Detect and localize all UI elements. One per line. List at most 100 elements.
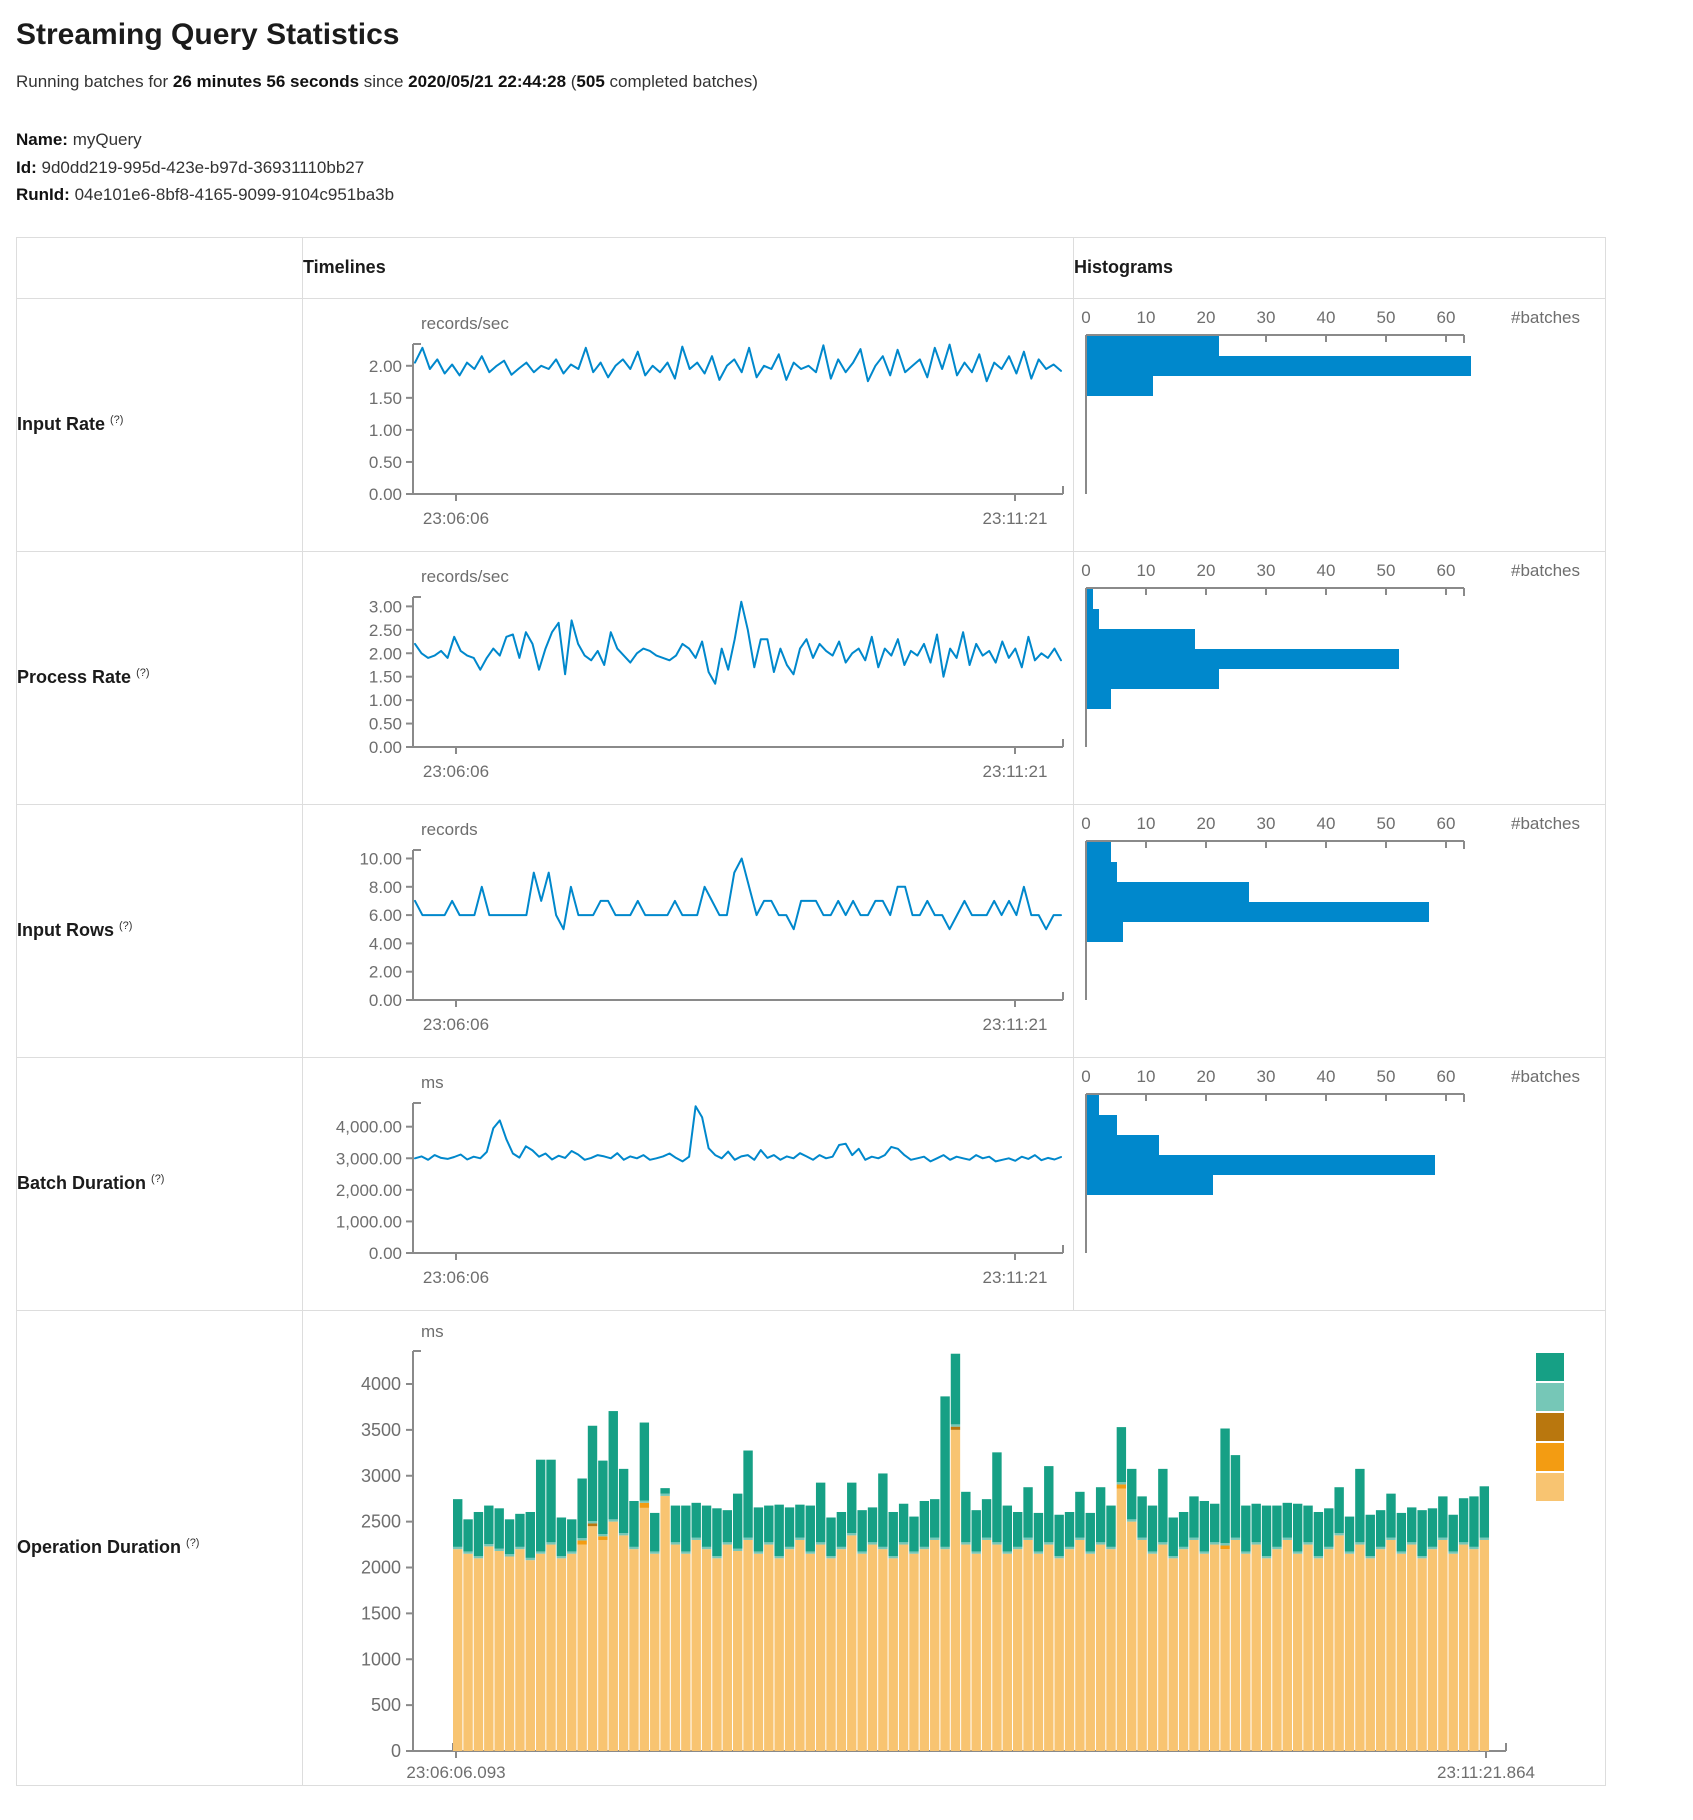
legend-swatch-series-tan (1536, 1473, 1564, 1501)
svg-text:23:11:21: 23:11:21 (983, 1015, 1048, 1034)
svg-text:ms: ms (421, 1322, 444, 1341)
svg-text:20: 20 (1197, 308, 1216, 327)
svg-text:23:06:06: 23:06:06 (423, 762, 489, 781)
header-timelines: Timelines (303, 237, 1074, 298)
svg-text:0: 0 (1081, 1067, 1090, 1086)
running-duration: 26 minutes 56 seconds (173, 72, 359, 91)
header-histograms: Histograms (1074, 237, 1606, 298)
svg-text:40: 40 (1317, 308, 1336, 327)
status-text: Running batches for (16, 72, 173, 91)
svg-text:23:06:06: 23:06:06 (423, 1268, 489, 1287)
row-label-input-rate: Input Rate (?) (17, 298, 303, 551)
svg-text:8.00: 8.00 (369, 877, 402, 896)
help-icon[interactable]: (?) (186, 1537, 199, 1549)
status-line: Running batches for 26 minutes 56 second… (16, 72, 1693, 92)
help-icon[interactable]: (?) (110, 414, 123, 426)
svg-text:2.00: 2.00 (369, 356, 402, 375)
row-label-process-rate: Process Rate (?) (17, 551, 303, 804)
query-meta: Name: myQuery Id: 9d0dd219-995d-423e-b97… (16, 126, 1693, 209)
svg-text:#batches: #batches (1511, 561, 1580, 580)
svg-text:40: 40 (1317, 1067, 1336, 1086)
svg-text:500: 500 (371, 1695, 401, 1715)
query-name-label: Name: (16, 130, 68, 149)
svg-text:60: 60 (1437, 1067, 1456, 1086)
query-runid-value: 04e101e6-8bf8-4165-9099-9104c951ba3b (75, 185, 395, 204)
svg-text:10.00: 10.00 (359, 849, 402, 868)
svg-text:23:11:21: 23:11:21 (983, 1268, 1048, 1287)
page-title: Streaming Query Statistics (16, 18, 1693, 52)
table-row: Batch Duration (?) ms0.001,000.002,000.0… (17, 1057, 1606, 1310)
help-icon[interactable]: (?) (151, 1173, 164, 1185)
svg-text:0: 0 (391, 1741, 401, 1761)
statistics-table: Timelines Histograms Input Rate (?) reco… (16, 237, 1606, 1786)
query-runid-row: RunId: 04e101e6-8bf8-4165-9099-9104c951b… (16, 181, 1693, 209)
svg-text:20: 20 (1197, 814, 1216, 833)
legend-swatch-series-orange (1536, 1443, 1564, 1471)
svg-text:50: 50 (1377, 561, 1396, 580)
header-empty-cell (17, 237, 303, 298)
query-id-value: 9d0dd219-995d-423e-b97d-36931110bb27 (42, 158, 365, 177)
svg-text:0.50: 0.50 (369, 714, 402, 733)
batch-duration-histogram-chart: 0102030405060#batches (1074, 1058, 1605, 1310)
svg-text:0: 0 (1081, 308, 1090, 327)
svg-text:0: 0 (1081, 814, 1090, 833)
svg-text:2.50: 2.50 (369, 620, 402, 639)
query-id-row: Id: 9d0dd219-995d-423e-b97d-36931110bb27 (16, 154, 1693, 182)
svg-text:1000: 1000 (361, 1649, 401, 1669)
help-icon[interactable]: (?) (136, 667, 149, 679)
svg-text:records/sec: records/sec (421, 567, 509, 586)
svg-text:0.00: 0.00 (369, 991, 402, 1010)
svg-text:60: 60 (1437, 814, 1456, 833)
input-rows-timeline-chart: records0.002.004.006.008.0010.0023:06:06… (303, 805, 1073, 1057)
svg-text:3,000.00: 3,000.00 (336, 1149, 402, 1168)
table-row: Input Rows (?) records0.002.004.006.008.… (17, 804, 1606, 1057)
svg-text:4,000.00: 4,000.00 (336, 1117, 402, 1136)
svg-text:3.00: 3.00 (369, 597, 402, 616)
svg-text:23:06:06.093: 23:06:06.093 (406, 1763, 505, 1782)
input-rate-timeline-chart: records/sec0.000.501.001.502.0023:06:062… (303, 299, 1073, 551)
svg-text:ms: ms (421, 1073, 444, 1092)
svg-text:10: 10 (1137, 814, 1156, 833)
svg-text:#batches: #batches (1511, 308, 1580, 327)
svg-text:1.00: 1.00 (369, 420, 402, 439)
svg-text:50: 50 (1377, 308, 1396, 327)
svg-text:3500: 3500 (361, 1419, 401, 1439)
row-label-batch-duration: Batch Duration (?) (17, 1057, 303, 1310)
svg-text:1.00: 1.00 (369, 691, 402, 710)
svg-text:30: 30 (1257, 1067, 1276, 1086)
query-name-value: myQuery (73, 130, 142, 149)
svg-text:10: 10 (1137, 1067, 1156, 1086)
completed-batches-count: 505 (576, 72, 604, 91)
svg-text:4000: 4000 (361, 1374, 401, 1394)
svg-text:1500: 1500 (361, 1603, 401, 1623)
svg-text:10: 10 (1137, 561, 1156, 580)
svg-text:60: 60 (1437, 308, 1456, 327)
legend-swatch-series-light-teal (1536, 1383, 1564, 1411)
svg-text:2500: 2500 (361, 1511, 401, 1531)
svg-text:2000: 2000 (361, 1557, 401, 1577)
svg-text:40: 40 (1317, 561, 1336, 580)
svg-text:0.50: 0.50 (369, 453, 402, 472)
process-rate-timeline-chart: records/sec 0.00 0.50 1.00 1.50 2.00 2.50 3.00 2… (303, 552, 1073, 804)
svg-text:0.00: 0.00 (369, 1244, 402, 1263)
svg-text:1.50: 1.50 (369, 388, 402, 407)
help-icon[interactable]: (?) (119, 920, 132, 932)
svg-text:3000: 3000 (361, 1465, 401, 1485)
svg-text:30: 30 (1257, 814, 1276, 833)
input-rate-histogram-chart: 0102030405060#batches (1074, 299, 1605, 551)
svg-text:4.00: 4.00 (369, 934, 402, 953)
svg-text:1.50: 1.50 (369, 667, 402, 686)
row-label-input-rows: Input Rows (?) (17, 804, 303, 1057)
svg-text:records: records (421, 820, 478, 839)
svg-text:2.00: 2.00 (369, 644, 402, 663)
svg-text:23:06:06: 23:06:06 (423, 1015, 489, 1034)
svg-text:20: 20 (1197, 1067, 1216, 1086)
svg-text:23:11:21.864: 23:11:21.864 (1437, 1763, 1535, 1782)
svg-text:0.00: 0.00 (369, 738, 402, 757)
svg-text:1,000.00: 1,000.00 (336, 1212, 402, 1231)
svg-text:20: 20 (1197, 561, 1216, 580)
process-rate-histogram-chart: 0102030405060#batches (1074, 552, 1605, 804)
svg-text:2.00: 2.00 (369, 962, 402, 981)
operation-duration-chart: ms 0 500 1000 1500 2000 2500 3000 3500 4000 23:06:… (303, 1311, 1605, 1785)
table-row: Input Rate (?) records/sec0.000.501.001.… (17, 298, 1606, 551)
